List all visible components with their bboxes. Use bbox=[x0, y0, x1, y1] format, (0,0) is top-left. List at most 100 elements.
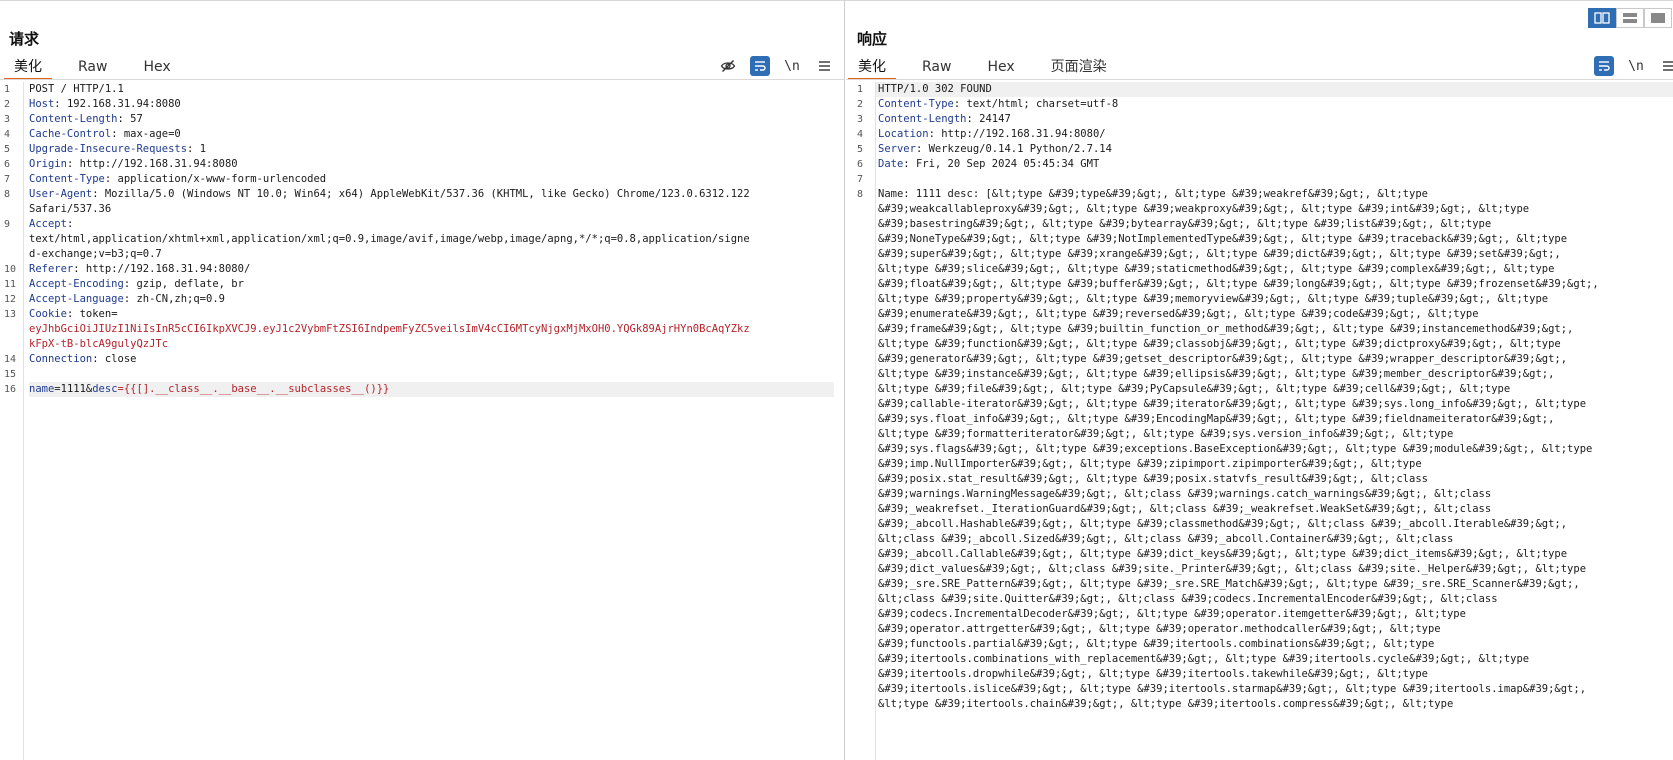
line-number bbox=[846, 562, 875, 578]
header-value: : 24147 bbox=[966, 113, 1011, 125]
tab-2[interactable]: Hex bbox=[977, 57, 1024, 79]
header-value: d-exchange;v=b3;q=0.7 bbox=[29, 248, 162, 260]
line-number bbox=[0, 337, 23, 353]
code-line: &lt;type &#39;file&#39;&gt;, &lt;type &#… bbox=[876, 382, 1673, 397]
menu-icon[interactable] bbox=[814, 56, 834, 76]
header-value: &#39;basestring&#39;&gt;, &lt;type &#39;… bbox=[878, 218, 1492, 230]
code-line: &lt;type &#39;formatteriterator&#39;&gt;… bbox=[876, 427, 1673, 442]
line-number bbox=[846, 442, 875, 458]
tab-2[interactable]: Hex bbox=[133, 57, 180, 79]
header-value: : max-age=0 bbox=[111, 128, 181, 140]
code-line: &#39;_abcoll.Hashable&#39;&gt;, &lt;type… bbox=[876, 517, 1673, 532]
header-value: &lt;type &#39;slice&#39;&gt;, &lt;type &… bbox=[878, 263, 1555, 275]
code-line: Content-Type: application/x-www-form-url… bbox=[29, 172, 834, 187]
line-number: 16 bbox=[4, 384, 17, 395]
header-value: &#39;_weakrefset._IterationGuard&#39;&gt… bbox=[878, 503, 1492, 515]
header-value: : text/html; charset=utf-8 bbox=[953, 98, 1119, 110]
code-line: Content-Length: 24147 bbox=[876, 112, 1673, 127]
header-value: : gzip, deflate, br bbox=[123, 278, 244, 290]
header-value: &#39;_abcoll.Callable&#39;&gt;, &lt;type… bbox=[878, 548, 1568, 560]
request-editor[interactable]: 1 2 3 4 5 6 7 8 9 10 11 12 13 14 15 16 POST / HTTP/1.1 H… bbox=[0, 82, 844, 760]
line-number bbox=[846, 217, 875, 233]
header-name: Host bbox=[29, 98, 55, 110]
header-name: Accept-Encoding bbox=[29, 278, 124, 290]
header-value: &lt;type &#39;instance&#39;&gt;, &lt;typ… bbox=[878, 368, 1555, 380]
code-line: &#39;NoneType&#39;&gt;, &lt;type &#39;No… bbox=[876, 232, 1673, 247]
line-number: 7 bbox=[4, 174, 11, 185]
line-number: 2 bbox=[4, 99, 11, 110]
header-value: : Fri, 20 Sep 2024 05:45:34 GMT bbox=[903, 158, 1100, 170]
code-line: &#39;posix.stat_result&#39;&gt;, &lt;typ… bbox=[876, 472, 1673, 487]
response-title: 响应 bbox=[857, 30, 888, 48]
header-value: POST / HTTP/1.1 bbox=[29, 83, 124, 95]
header-value: &#39;codecs.IncrementalDecoder&#39;&gt;,… bbox=[878, 608, 1466, 620]
response-code[interactable]: HTTP/1.0 302 FOUND Content-Type: text/htm… bbox=[876, 82, 1673, 712]
split-horizontal-layout-icon[interactable] bbox=[1588, 8, 1616, 28]
header-name: Referer bbox=[29, 263, 74, 275]
line-number: 13 bbox=[4, 309, 17, 320]
code-line: Server: Werkzeug/0.14.1 Python/2.7.14 bbox=[876, 142, 1673, 157]
code-line: &lt;type &#39;property&#39;&gt;, &lt;typ… bbox=[876, 292, 1673, 307]
header-name: Content-Type bbox=[878, 98, 954, 110]
code-line: &#39;functools.partial&#39;&gt;, &lt;typ… bbox=[876, 637, 1673, 652]
tab-1[interactable]: Raw bbox=[68, 57, 117, 79]
line-number: 3 bbox=[857, 114, 864, 125]
param-name: name bbox=[29, 383, 55, 395]
header-value: &#39;callable-iterator&#39;&gt;, &lt;typ… bbox=[878, 398, 1587, 410]
header-name: Content-Length bbox=[878, 113, 967, 125]
code-line: &lt;type &#39;function&#39;&gt;, &lt;typ… bbox=[876, 337, 1673, 352]
split-vertical-layout-icon[interactable] bbox=[1616, 8, 1644, 28]
line-number bbox=[846, 307, 875, 323]
tabbed-layout-icon[interactable] bbox=[1644, 8, 1672, 28]
header-name: Connection bbox=[29, 353, 93, 365]
header-value: &lt;class &#39;_abcoll.Sized&#39;&gt;, &… bbox=[878, 533, 1454, 545]
code-line: Accept-Language: zh-CN,zh;q=0.9 bbox=[29, 292, 834, 307]
code-line: &#39;itertools.combinations_with_replace… bbox=[876, 652, 1673, 667]
param-name: desc bbox=[92, 383, 118, 395]
header-value: : zh-CN,zh;q=0.9 bbox=[123, 293, 225, 305]
response-pane: 响应 美化 Raw Hex 页面渲染 \n 1 2 3 4 5 6 7 8 HTTP/1.0 302… bbox=[846, 0, 1673, 760]
line-number bbox=[846, 622, 875, 638]
line-number bbox=[846, 637, 875, 653]
line-number bbox=[846, 592, 875, 608]
code-line: Upgrade-Insecure-Requests: 1 bbox=[29, 142, 834, 157]
line-number bbox=[846, 322, 875, 338]
header-name: Location bbox=[878, 128, 929, 140]
pretty-print-toggle-icon[interactable] bbox=[1594, 56, 1614, 76]
header-value: &#39;NoneType&#39;&gt;, &lt;type &#39;No… bbox=[878, 233, 1568, 245]
pretty-print-toggle-icon[interactable] bbox=[750, 56, 770, 76]
code-line: Cookie: token= bbox=[29, 307, 834, 322]
code-line: Host: 192.168.31.94:8080 bbox=[29, 97, 834, 112]
header-name: Upgrade-Insecure-Requests bbox=[29, 143, 188, 155]
line-number: 5 bbox=[857, 144, 864, 155]
code-line: eyJhbGciOiJIUzI1NiIsInR5cCI6IkpXVCJ9.eyJ… bbox=[29, 322, 834, 337]
menu-icon[interactable] bbox=[1658, 56, 1673, 76]
header-value: : http://192.168.31.94:8080/ bbox=[73, 263, 251, 275]
header-value: &#39;operator.attrgetter&#39;&gt;, &lt;t… bbox=[878, 623, 1441, 635]
code-line: Name: 1111 desc: [&lt;type &#39;type&#39… bbox=[876, 187, 1673, 202]
code-line: &lt;type &#39;instance&#39;&gt;, &lt;typ… bbox=[876, 367, 1673, 382]
header-value: &lt;type &#39;function&#39;&gt;, &lt;typ… bbox=[878, 338, 1561, 350]
show-newlines-button[interactable]: \n bbox=[782, 56, 802, 76]
line-number bbox=[846, 472, 875, 488]
line-number bbox=[846, 457, 875, 473]
show-newlines-button[interactable]: \n bbox=[1626, 56, 1646, 76]
tab-0[interactable]: 美化 bbox=[848, 57, 896, 80]
code-line: &#39;basestring&#39;&gt;, &lt;type &#39;… bbox=[876, 217, 1673, 232]
code-line: Referer: http://192.168.31.94:8080/ bbox=[29, 262, 834, 277]
code-line: &#39;codecs.IncrementalDecoder&#39;&gt;,… bbox=[876, 607, 1673, 622]
line-number bbox=[846, 667, 875, 683]
code-line: Date: Fri, 20 Sep 2024 05:45:34 GMT bbox=[876, 157, 1673, 172]
hide-eye-icon[interactable] bbox=[718, 56, 738, 76]
tab-1[interactable]: Raw bbox=[912, 57, 961, 79]
request-code[interactable]: POST / HTTP/1.1 Host: 192.168.31.94:8080 C… bbox=[29, 82, 834, 397]
header-name: Content-Length bbox=[29, 113, 118, 125]
code-line: &lt;type &#39;slice&#39;&gt;, &lt;type &… bbox=[876, 262, 1673, 277]
header-name: Date bbox=[878, 158, 904, 170]
response-editor[interactable]: 1 2 3 4 5 6 7 8 HTTP/1.0 302 FOUND Content-Type:… bbox=[846, 82, 1673, 760]
tab-3[interactable]: 页面渲染 bbox=[1041, 57, 1117, 79]
tab-0[interactable]: 美化 bbox=[4, 57, 52, 80]
param-value: =1111& bbox=[54, 383, 93, 395]
code-line: &#39;dict_values&#39;&gt;, &lt;class &#3… bbox=[876, 562, 1673, 577]
